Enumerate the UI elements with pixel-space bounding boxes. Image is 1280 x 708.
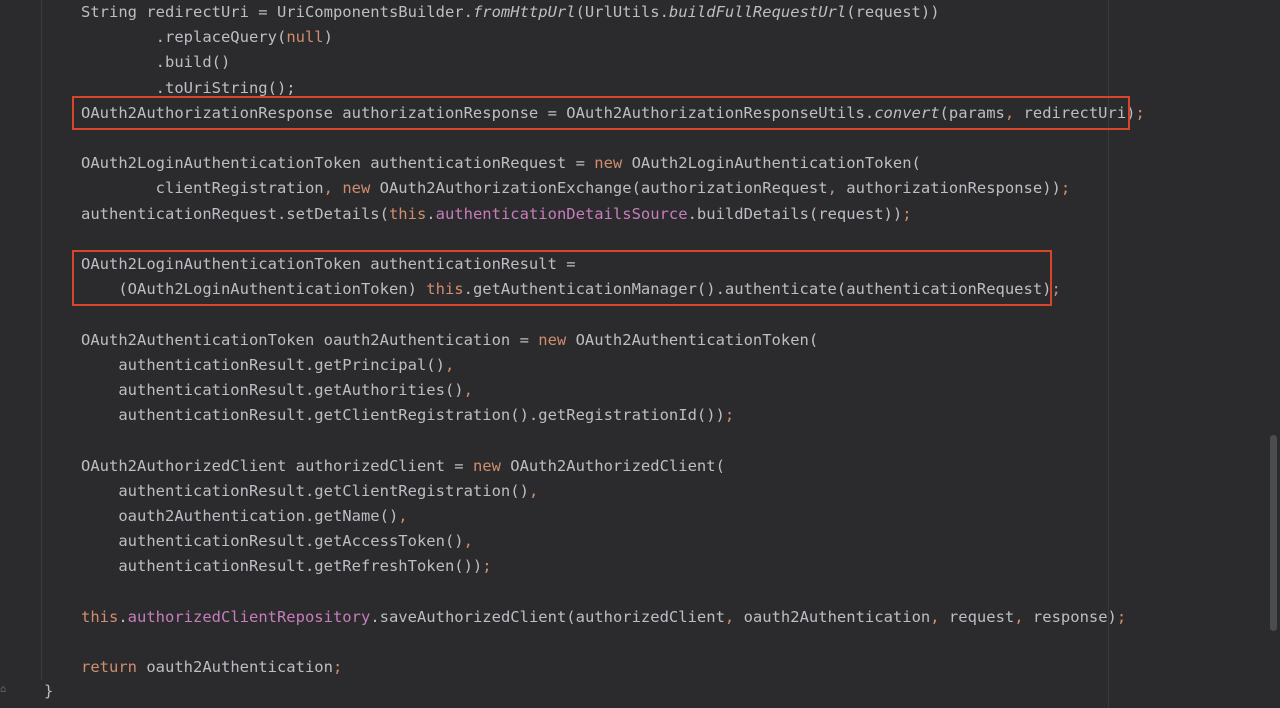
code-line[interactable]: authenticationResult.getClientRegistrati…	[81, 479, 538, 504]
code-token: authenticationDetailsSource	[435, 204, 688, 223]
code-token: buildFullRequestUrl	[668, 3, 847, 21]
code-token: return	[81, 658, 147, 677]
code-token: OAuth2LoginAuthenticationToken authentic…	[81, 154, 595, 173]
code-token: new	[472, 456, 511, 475]
closing-brace: }	[44, 682, 54, 700]
code-token: this	[388, 204, 427, 223]
code-token: ,	[930, 607, 949, 626]
code-line[interactable]: OAuth2AuthenticationToken oauth2Authenti…	[81, 328, 818, 353]
fold-marker-icon[interactable]: ⌂	[0, 684, 6, 696]
code-token: (UrlUtils.	[575, 3, 669, 21]
code-token: new	[538, 330, 576, 349]
code-token: .toUriString();	[81, 78, 296, 97]
code-token: OAuth2AuthorizedClient authorizedClient …	[81, 456, 473, 475]
code-token: oauth2Authentication	[146, 658, 333, 677]
code-token: oauth2Authentication	[743, 607, 931, 626]
code-token: ,	[398, 507, 408, 525]
code-token: authenticationResult.getRefreshToken())	[81, 557, 483, 576]
code-line[interactable]: authenticationRequest.setDetails(this.au…	[81, 202, 912, 227]
code-line[interactable]: authenticationResult.getPrincipal(),	[81, 353, 454, 378]
code-line[interactable]: this.authorizedClientRepository.saveAuth…	[81, 605, 1126, 630]
code-token: ,	[444, 355, 455, 374]
code-token: authenticationResult.getAuthorities()	[81, 381, 464, 399]
code-line[interactable]: OAuth2AuthorizedClient authorizedClient …	[81, 454, 725, 479]
code-token: authorizedClientRepository	[127, 607, 371, 626]
code-token: new	[342, 179, 380, 198]
code-token: ,	[528, 481, 539, 500]
code-token: (request))	[846, 3, 940, 21]
code-token: response)	[1032, 607, 1117, 626]
code-line[interactable]: String redirectUri = UriComponentsBuilde…	[81, 0, 940, 25]
code-token: .replaceQuery(	[81, 28, 287, 47]
code-token: authenticationResult.getPrincipal()	[81, 355, 445, 374]
vertical-scrollbar[interactable]	[1270, 435, 1277, 631]
code-line[interactable]: OAuth2LoginAuthenticationToken authentic…	[81, 151, 921, 176]
code-token: ;	[724, 406, 735, 425]
code-token: fromHttpUrl	[472, 3, 576, 21]
code-token: ,	[724, 607, 744, 626]
code-line[interactable]: .replaceQuery(null)	[81, 25, 333, 50]
code-token: .saveAuthorizedClient(authorizedClient	[370, 607, 725, 626]
code-token: .	[118, 607, 128, 626]
code-token: ;	[482, 557, 492, 576]
code-line[interactable]: authenticationResult.getAuthorities(),	[81, 378, 473, 403]
code-token: authenticationResult.getAccessToken()	[81, 532, 464, 551]
code-token: )	[323, 28, 333, 47]
code-token: OAuth2AuthenticationToken(	[575, 330, 819, 349]
code-token: OAuth2AuthorizationExchange(authorizatio…	[379, 179, 828, 198]
code-line[interactable]: authenticationResult.getClientRegistrati…	[81, 403, 734, 428]
code-token: OAuth2AuthorizedClient(	[510, 456, 725, 475]
code-line[interactable]: authenticationResult.getRefreshToken());	[81, 554, 492, 579]
code-token: authorizationResponse))	[846, 179, 1061, 198]
code-token: ,	[1014, 607, 1033, 626]
code-token: new	[594, 154, 632, 173]
code-token: ,	[323, 179, 343, 198]
code-token: authenticationResult.getClientRegistrati…	[81, 406, 725, 425]
code-token: null	[286, 28, 324, 47]
code-token: ;	[332, 658, 343, 677]
code-token: ;	[1051, 280, 1061, 299]
code-token: OAuth2AuthenticationToken oauth2Authenti…	[81, 330, 539, 349]
code-line[interactable]: authenticationResult.getAccessToken(),	[81, 529, 473, 554]
code-line[interactable]: return oauth2Authentication;	[81, 655, 342, 680]
code-token: ;	[1135, 103, 1145, 122]
code-token: this	[81, 607, 119, 626]
code-line[interactable]: clientRegistration, new OAuth2Authorizat…	[81, 176, 1071, 201]
code-token: oauth2Authentication.getName()	[81, 507, 399, 525]
code-token: authenticationResult.getClientRegistrati…	[81, 481, 529, 500]
code-token: ,	[463, 532, 473, 551]
code-line[interactable]: oauth2Authentication.getName(),	[81, 504, 408, 529]
code-token: ;	[902, 204, 912, 223]
code-token: request	[948, 607, 1015, 626]
code-token: OAuth2LoginAuthenticationToken(	[631, 154, 921, 173]
code-token: clientRegistration	[81, 179, 324, 198]
code-token: authenticationRequest.setDetails(	[81, 204, 389, 223]
code-token: ,	[463, 381, 473, 399]
code-line[interactable]: .build()	[81, 50, 231, 75]
code-token: ;	[1060, 179, 1071, 198]
indent-guide	[41, 0, 42, 680]
code-token: ;	[1116, 607, 1127, 626]
code-token: .	[426, 204, 436, 223]
code-editor[interactable]: String redirectUri = UriComponentsBuilde…	[0, 0, 1280, 708]
code-token: .build()	[81, 53, 231, 72]
highlight-box-authentication-result	[72, 250, 1052, 306]
code-token: String redirectUri = UriComponentsBuilde…	[81, 3, 473, 21]
code-token: ,	[827, 179, 847, 198]
highlight-box-authorization-response	[72, 96, 1130, 130]
code-token: .buildDetails(request))	[687, 204, 903, 223]
